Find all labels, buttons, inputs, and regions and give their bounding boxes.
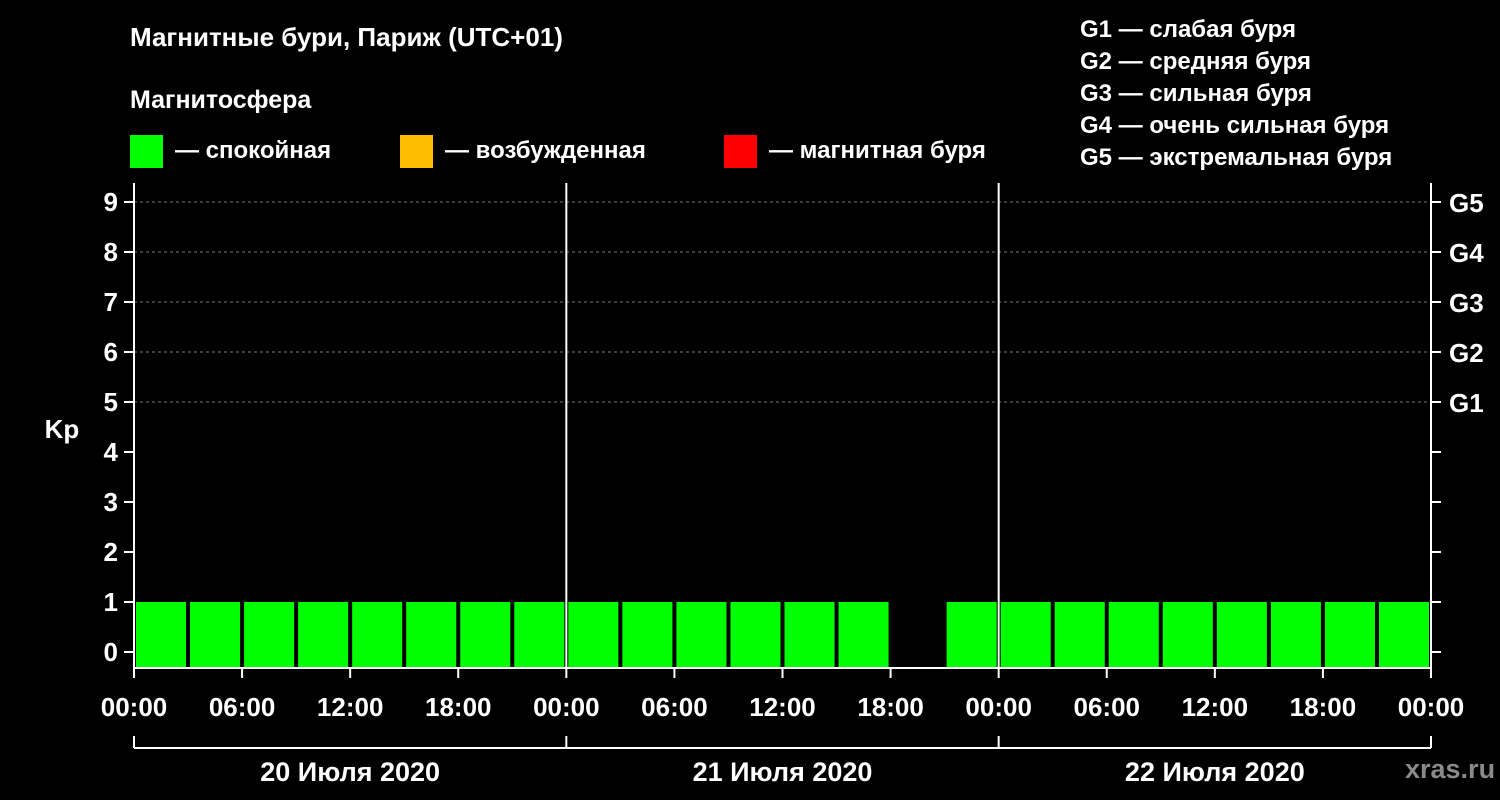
x-tick-label: 06:00 <box>641 692 708 722</box>
day-label: 20 Июля 2020 <box>260 757 440 787</box>
y-tick-label: 6 <box>104 337 118 367</box>
x-tick-label: 00:00 <box>533 692 600 722</box>
x-tick-label: 00:00 <box>965 692 1032 722</box>
kp-bar <box>136 602 187 668</box>
kp-bar <box>784 602 835 668</box>
y-tick-label: 2 <box>104 537 118 567</box>
x-tick-label: 12:00 <box>1182 692 1249 722</box>
kp-bar <box>1108 602 1159 668</box>
x-tick-label: 18:00 <box>425 692 492 722</box>
kp-bar <box>622 602 673 668</box>
x-tick-label: 00:00 <box>1398 692 1465 722</box>
kp-bar <box>1054 602 1105 668</box>
kp-bar <box>460 602 511 668</box>
kp-bar <box>514 602 565 668</box>
kp-bar <box>298 602 349 668</box>
y-tick-label: 1 <box>104 587 118 617</box>
kp-bar <box>190 602 241 668</box>
y-tick-label: 9 <box>104 187 118 217</box>
g-level-label: G4 <box>1449 238 1484 268</box>
y-axis-label: Kp <box>45 414 80 444</box>
x-tick-label: 18:00 <box>857 692 924 722</box>
kp-bar <box>946 602 997 668</box>
day-label: 22 Июля 2020 <box>1125 757 1305 787</box>
g-level-label: G5 <box>1449 188 1484 218</box>
kp-bar <box>1216 602 1267 668</box>
kp-bar <box>676 602 727 668</box>
y-tick-label: 4 <box>104 437 119 467</box>
kp-bar <box>1162 602 1213 668</box>
watermark: xras.ru <box>1405 754 1496 784</box>
g-level-label: G1 <box>1449 388 1484 418</box>
y-tick-label: 0 <box>104 637 118 667</box>
kp-bar <box>1324 602 1375 668</box>
day-label: 21 Июля 2020 <box>693 757 873 787</box>
x-tick-label: 06:00 <box>209 692 276 722</box>
kp-chart: 0 1 2 3 4 5 6 7 8 9 G1 G2 G3 G4 G5 Kp 00:00 06:00 12:00 18:… <box>45 183 1484 787</box>
g-level-label: G2 <box>1449 338 1484 368</box>
kp-bar <box>568 602 619 668</box>
kp-bar <box>1378 602 1429 668</box>
kp-bar <box>1270 602 1321 668</box>
kp-bar <box>1000 602 1051 668</box>
x-tick-label: 00:00 <box>101 692 168 722</box>
kp-bar <box>352 602 403 668</box>
x-tick-label: 12:00 <box>317 692 384 722</box>
kp-bar <box>244 602 295 668</box>
kp-bar <box>730 602 781 668</box>
x-tick-label: 18:00 <box>1290 692 1357 722</box>
y-tick-label: 5 <box>104 387 118 417</box>
y-tick-label: 3 <box>104 487 118 517</box>
x-tick-label: 06:00 <box>1074 692 1141 722</box>
x-tick-label: 12:00 <box>749 692 816 722</box>
y-tick-label: 7 <box>104 287 118 317</box>
g-level-label: G3 <box>1449 288 1484 318</box>
y-tick-label: 8 <box>104 237 118 267</box>
kp-bar <box>406 602 457 668</box>
kp-bar <box>838 602 889 668</box>
